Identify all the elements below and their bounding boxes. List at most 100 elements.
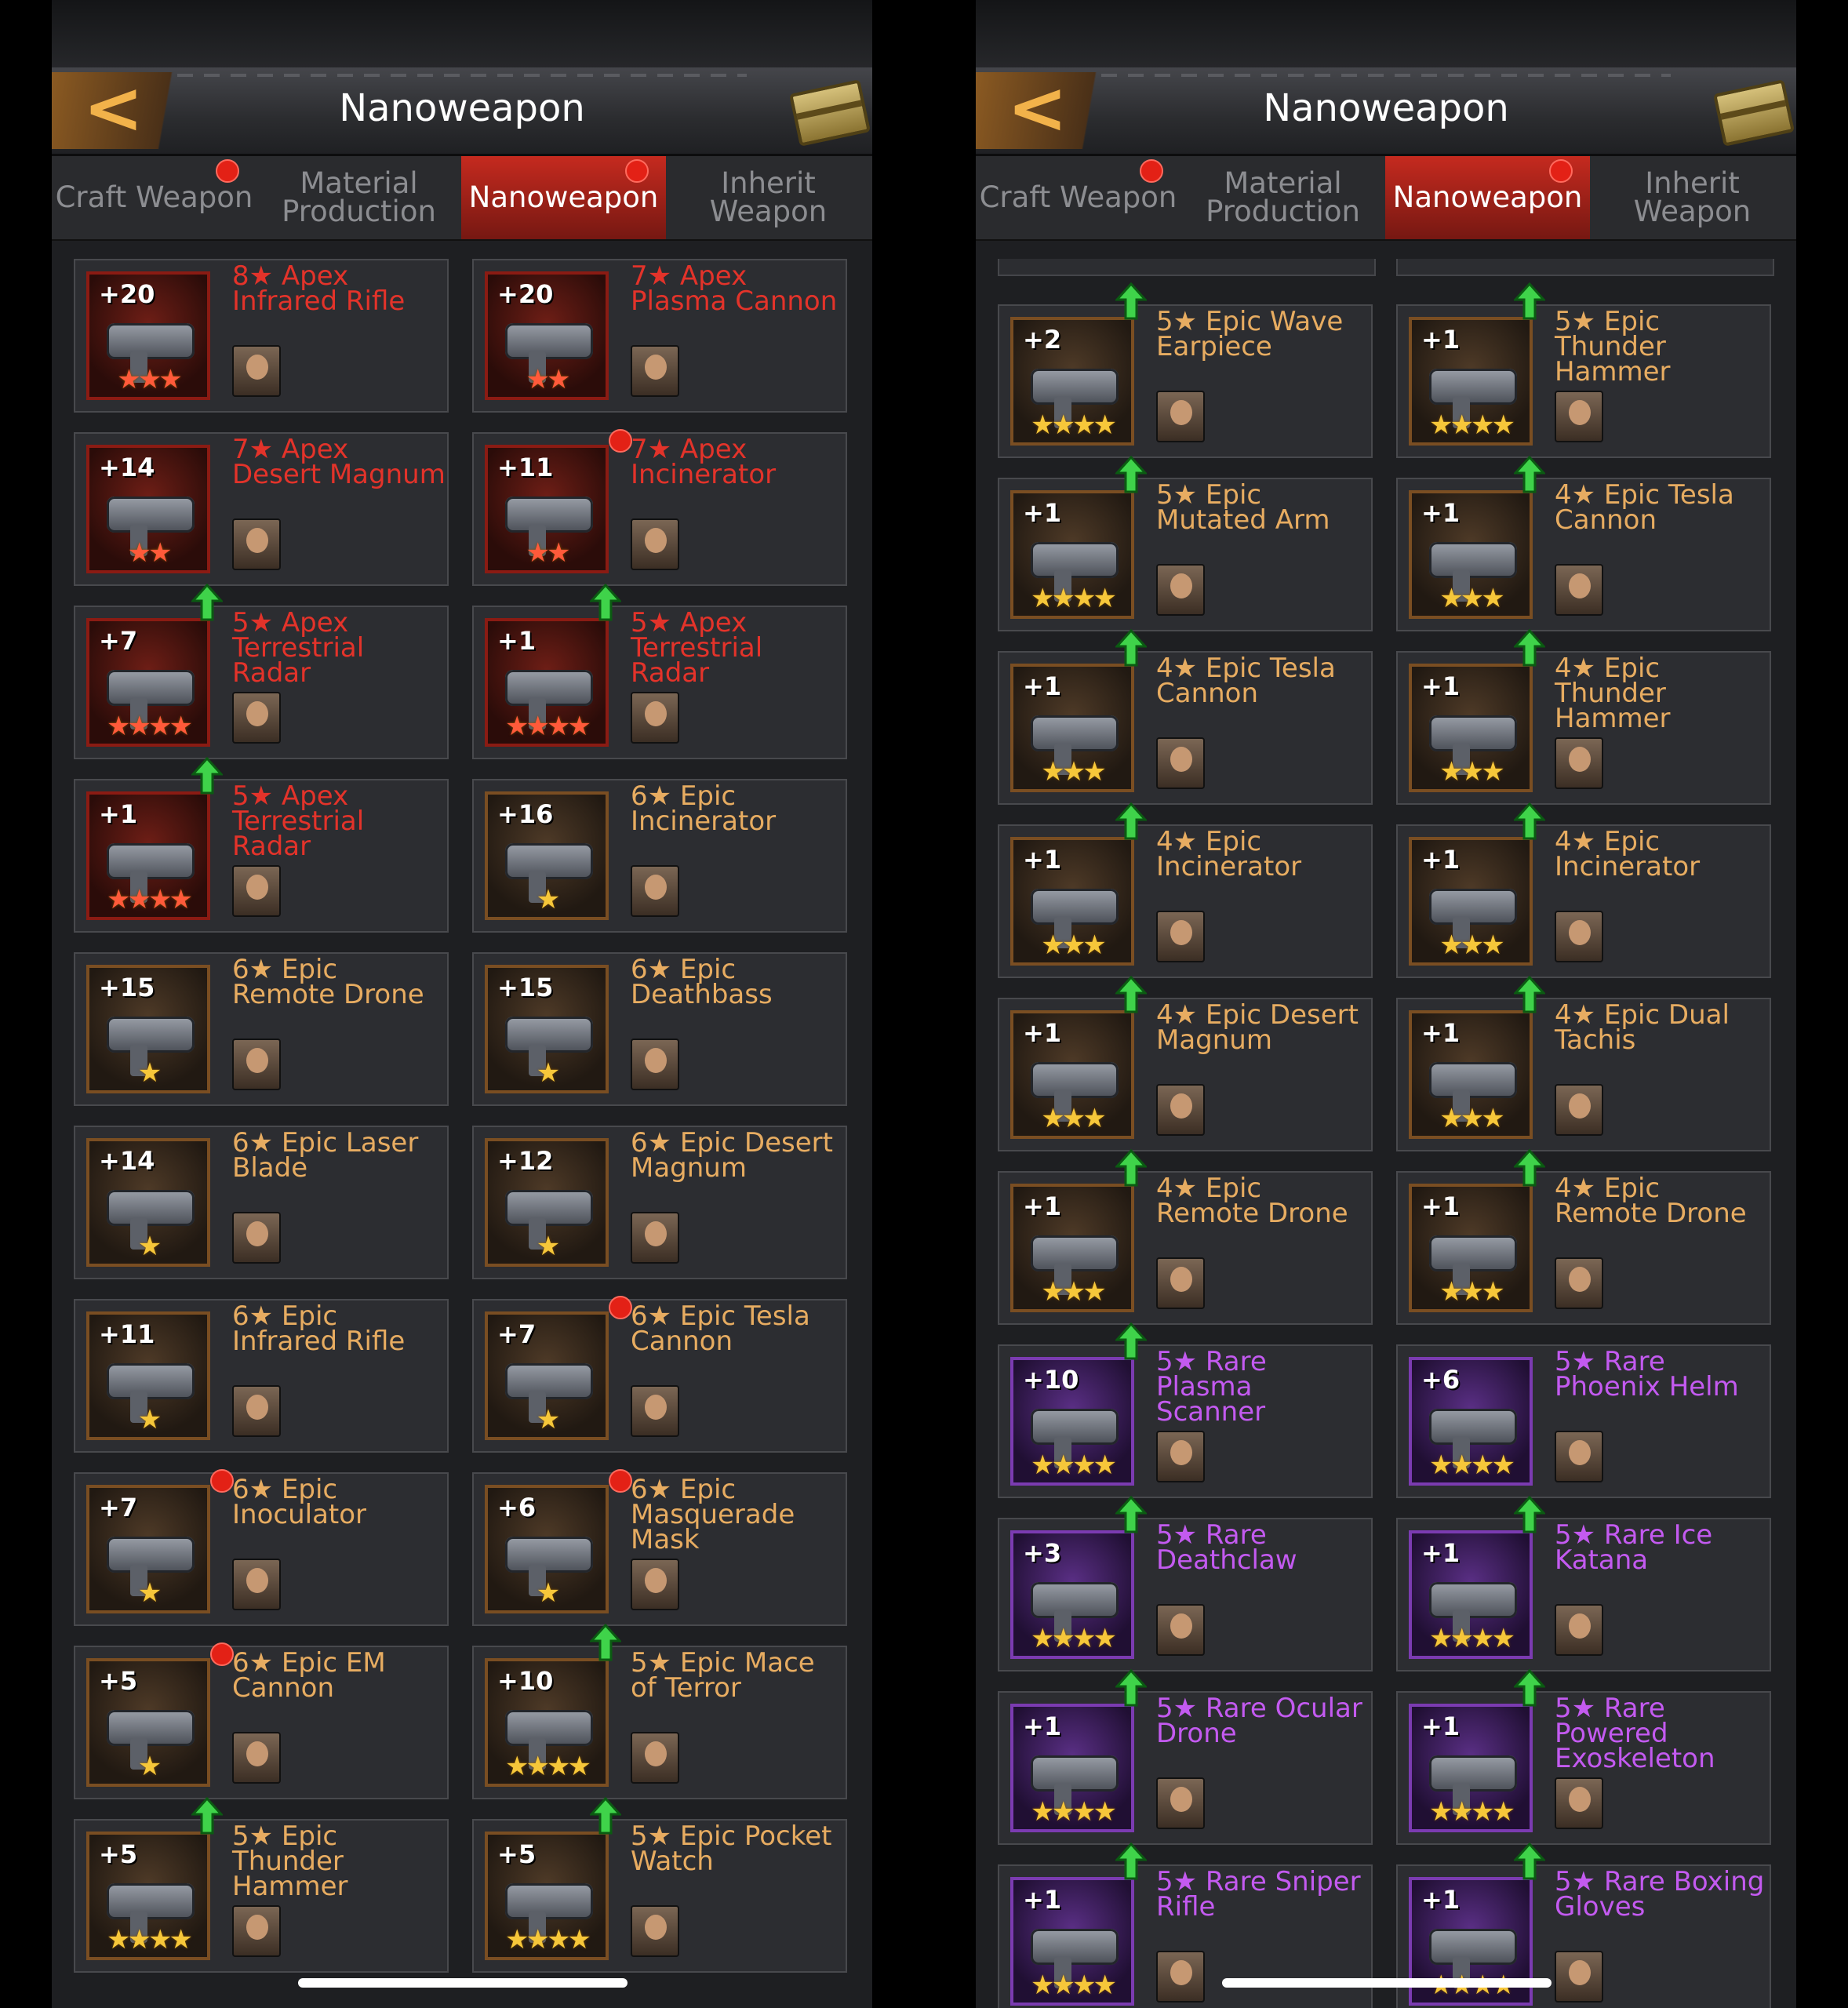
weapon-list[interactable]: +2 ★★★★ 5★ Epic Wave Earpiece +1 ★★★★ 5★ Epic… <box>976 259 1796 2008</box>
hero-avatar[interactable] <box>232 1905 281 1957</box>
weapon-thumbnail[interactable]: +1 ★★★ <box>1409 490 1533 619</box>
weapon-card[interactable]: +1 ★★★★ 5★ Apex Terrestrial Radar <box>472 584 847 759</box>
weapon-card[interactable]: +5 ★★★★ 5★ Epic Pocket Watch <box>472 1797 847 1973</box>
hero-avatar[interactable] <box>1156 911 1205 962</box>
weapon-thumbnail[interactable]: +7 ★ <box>86 1485 210 1613</box>
hero-avatar[interactable] <box>232 1559 281 1610</box>
weapon-card[interactable]: +20 ★★ 7★ Apex Plasma Cannon <box>472 259 847 413</box>
hero-avatar[interactable] <box>232 518 281 570</box>
weapon-thumbnail[interactable]: +1 ★★★ <box>1010 1184 1134 1312</box>
weapon-card[interactable]: +14 ★★ 7★ Apex Desert Magnum <box>74 432 449 586</box>
weapon-card[interactable]: +20 ★★★ 8★ Apex Infrared Rifle <box>74 259 449 413</box>
hero-avatar[interactable] <box>1156 564 1205 616</box>
weapon-card[interactable]: +1 ★★★ 4★ Epic Tesla Cannon <box>998 629 1373 805</box>
weapon-card[interactable]: +1 ★★★★ 5★ Apex Terrestrial Radar <box>74 757 449 933</box>
weapon-thumbnail[interactable]: +12 ★ <box>485 1138 609 1267</box>
hero-avatar[interactable] <box>232 1212 281 1264</box>
weapon-thumbnail[interactable]: +1 ★★★ <box>1010 837 1134 966</box>
weapon-thumbnail[interactable]: +11 ★★ <box>485 445 609 573</box>
weapon-card[interactable]: +15 ★ 6★ Epic Deathbass <box>472 952 847 1106</box>
weapon-thumbnail[interactable]: +5 ★ <box>86 1658 210 1787</box>
weapon-card[interactable]: +1 ★★★ 4★ Epic Tesla Cannon <box>1396 456 1771 631</box>
hero-avatar[interactable] <box>232 692 281 744</box>
weapon-thumbnail[interactable]: +1 ★★★★ <box>86 791 210 920</box>
hero-avatar[interactable] <box>631 865 679 917</box>
hero-avatar[interactable] <box>232 345 281 397</box>
hero-avatar[interactable] <box>1555 737 1603 789</box>
weapon-card[interactable]: +1 ★★★ 4★ Epic Incinerator <box>1396 802 1771 978</box>
weapon-thumbnail[interactable]: +15 ★ <box>86 965 210 1093</box>
tab-1[interactable]: Material Production <box>256 156 461 239</box>
hero-avatar[interactable] <box>631 1212 679 1264</box>
hero-avatar[interactable] <box>1555 1777 1603 1829</box>
weapon-card[interactable]: +1 ★★★★ 5★ Epic Thunder Hammer <box>1396 282 1771 458</box>
tab-1[interactable]: Material Production <box>1180 156 1385 239</box>
weapon-thumbnail[interactable]: +11 ★ <box>86 1311 210 1440</box>
weapon-card[interactable]: +1 ★★★★ 5★ Rare Ice Katana <box>1396 1496 1771 1672</box>
weapon-card[interactable]: +11 ★ 6★ Epic Infrared Rifle <box>74 1299 449 1453</box>
tab-2[interactable]: Nanoweapon <box>1385 156 1590 239</box>
hero-avatar[interactable] <box>1156 1431 1205 1482</box>
weapon-thumbnail[interactable]: +7 ★ <box>485 1311 609 1440</box>
tab-3[interactable]: Inherit Weapon <box>666 156 871 239</box>
home-indicator[interactable] <box>1222 1978 1552 1988</box>
hero-avatar[interactable] <box>1156 1604 1205 1656</box>
hero-avatar[interactable] <box>1555 1604 1603 1656</box>
weapon-card[interactable]: +6 ★ 6★ Epic Masquerade Mask <box>472 1469 847 1626</box>
weapon-thumbnail[interactable]: +7 ★★★★ <box>86 618 210 747</box>
tab-0[interactable]: Craft Weapon <box>52 156 256 239</box>
hero-avatar[interactable] <box>631 1905 679 1957</box>
weapon-thumbnail[interactable]: +1 ★★★ <box>1409 1184 1533 1312</box>
weapon-card[interactable]: +16 ★ 6★ Epic Incinerator <box>472 779 847 933</box>
hero-avatar[interactable] <box>1555 1257 1603 1309</box>
weapon-card[interactable]: +7 ★ 6★ Epic Tesla Cannon <box>472 1296 847 1453</box>
weapon-thumbnail[interactable]: +10 ★★★★ <box>1010 1357 1134 1486</box>
weapon-card[interactable]: +1 ★★★★ 5★ Rare Powered Exoskeleton <box>1396 1669 1771 1845</box>
weapon-card[interactable]: +1 ★★★ 4★ Epic Remote Drone <box>1396 1149 1771 1325</box>
hero-avatar[interactable] <box>1156 737 1205 789</box>
weapon-thumbnail[interactable]: +20 ★★ <box>485 271 609 400</box>
hero-avatar[interactable] <box>1555 391 1603 442</box>
weapon-card[interactable]: +7 ★★★★ 5★ Apex Terrestrial Radar <box>74 584 449 759</box>
home-indicator[interactable] <box>298 1978 628 1988</box>
hero-avatar[interactable] <box>631 345 679 397</box>
weapon-thumbnail[interactable]: +1 ★★★★ <box>1409 317 1533 446</box>
weapon-thumbnail[interactable]: +2 ★★★★ <box>1010 317 1134 446</box>
weapon-card[interactable]: +1 ★★★ 4★ Epic Incinerator <box>998 802 1373 978</box>
weapon-thumbnail[interactable]: +5 ★★★★ <box>86 1832 210 1960</box>
weapon-thumbnail[interactable]: +1 ★★★ <box>1409 1010 1533 1139</box>
tab-2[interactable]: Nanoweapon <box>461 156 666 239</box>
weapon-thumbnail[interactable]: +20 ★★★ <box>86 271 210 400</box>
tab-3[interactable]: Inherit Weapon <box>1590 156 1795 239</box>
weapon-card[interactable]: +15 ★ 6★ Epic Remote Drone <box>74 952 449 1106</box>
hero-avatar[interactable] <box>232 865 281 917</box>
weapon-card[interactable]: +6 ★★★★ 5★ Rare Phoenix Helm <box>1396 1344 1771 1498</box>
hero-avatar[interactable] <box>631 692 679 744</box>
hero-avatar[interactable] <box>1156 1777 1205 1829</box>
weapon-card[interactable]: +1 ★★★ 4★ Epic Desert Magnum <box>998 976 1373 1151</box>
weapon-thumbnail[interactable]: +1 ★★★ <box>1409 664 1533 792</box>
hero-avatar[interactable] <box>1156 1257 1205 1309</box>
weapon-thumbnail[interactable]: +5 ★★★★ <box>485 1832 609 1960</box>
weapon-card[interactable]: +14 ★ 6★ Epic Laser Blade <box>74 1126 449 1279</box>
weapon-card[interactable]: +11 ★★ 7★ Apex Incinerator <box>472 429 847 586</box>
hero-avatar[interactable] <box>631 1039 679 1090</box>
weapon-card[interactable]: +1 ★★★★ 5★ Rare Ocular Drone <box>998 1669 1373 1845</box>
hero-avatar[interactable] <box>1156 1084 1205 1136</box>
weapon-thumbnail[interactable]: +1 ★★★★ <box>1409 1530 1533 1659</box>
weapon-thumbnail[interactable]: +1 ★★★★ <box>1010 1704 1134 1832</box>
weapon-thumbnail[interactable]: +1 ★★★ <box>1409 837 1533 966</box>
weapon-card[interactable]: +12 ★ 6★ Epic Desert Magnum <box>472 1126 847 1279</box>
weapon-card[interactable]: +2 ★★★★ 5★ Epic Wave Earpiece <box>998 282 1373 458</box>
weapon-thumbnail[interactable]: +6 ★ <box>485 1485 609 1613</box>
hero-avatar[interactable] <box>232 1039 281 1090</box>
weapon-thumbnail[interactable]: +14 ★ <box>86 1138 210 1267</box>
weapon-list[interactable]: +20 ★★★ 8★ Apex Infrared Rifle +20 ★★ 7★ Apex… <box>52 259 872 2008</box>
weapon-thumbnail[interactable]: +1 ★★★★ <box>485 618 609 747</box>
weapon-thumbnail[interactable]: +1 ★★★★ <box>1409 1704 1533 1832</box>
weapon-thumbnail[interactable]: +1 ★★★ <box>1010 1010 1134 1139</box>
weapon-card[interactable]: +5 ★ 6★ Epic EM Cannon <box>74 1642 449 1799</box>
hero-avatar[interactable] <box>1555 1431 1603 1482</box>
weapon-card[interactable]: +1 ★★★ 4★ Epic Remote Drone <box>998 1149 1373 1325</box>
hero-avatar[interactable] <box>1555 911 1603 962</box>
